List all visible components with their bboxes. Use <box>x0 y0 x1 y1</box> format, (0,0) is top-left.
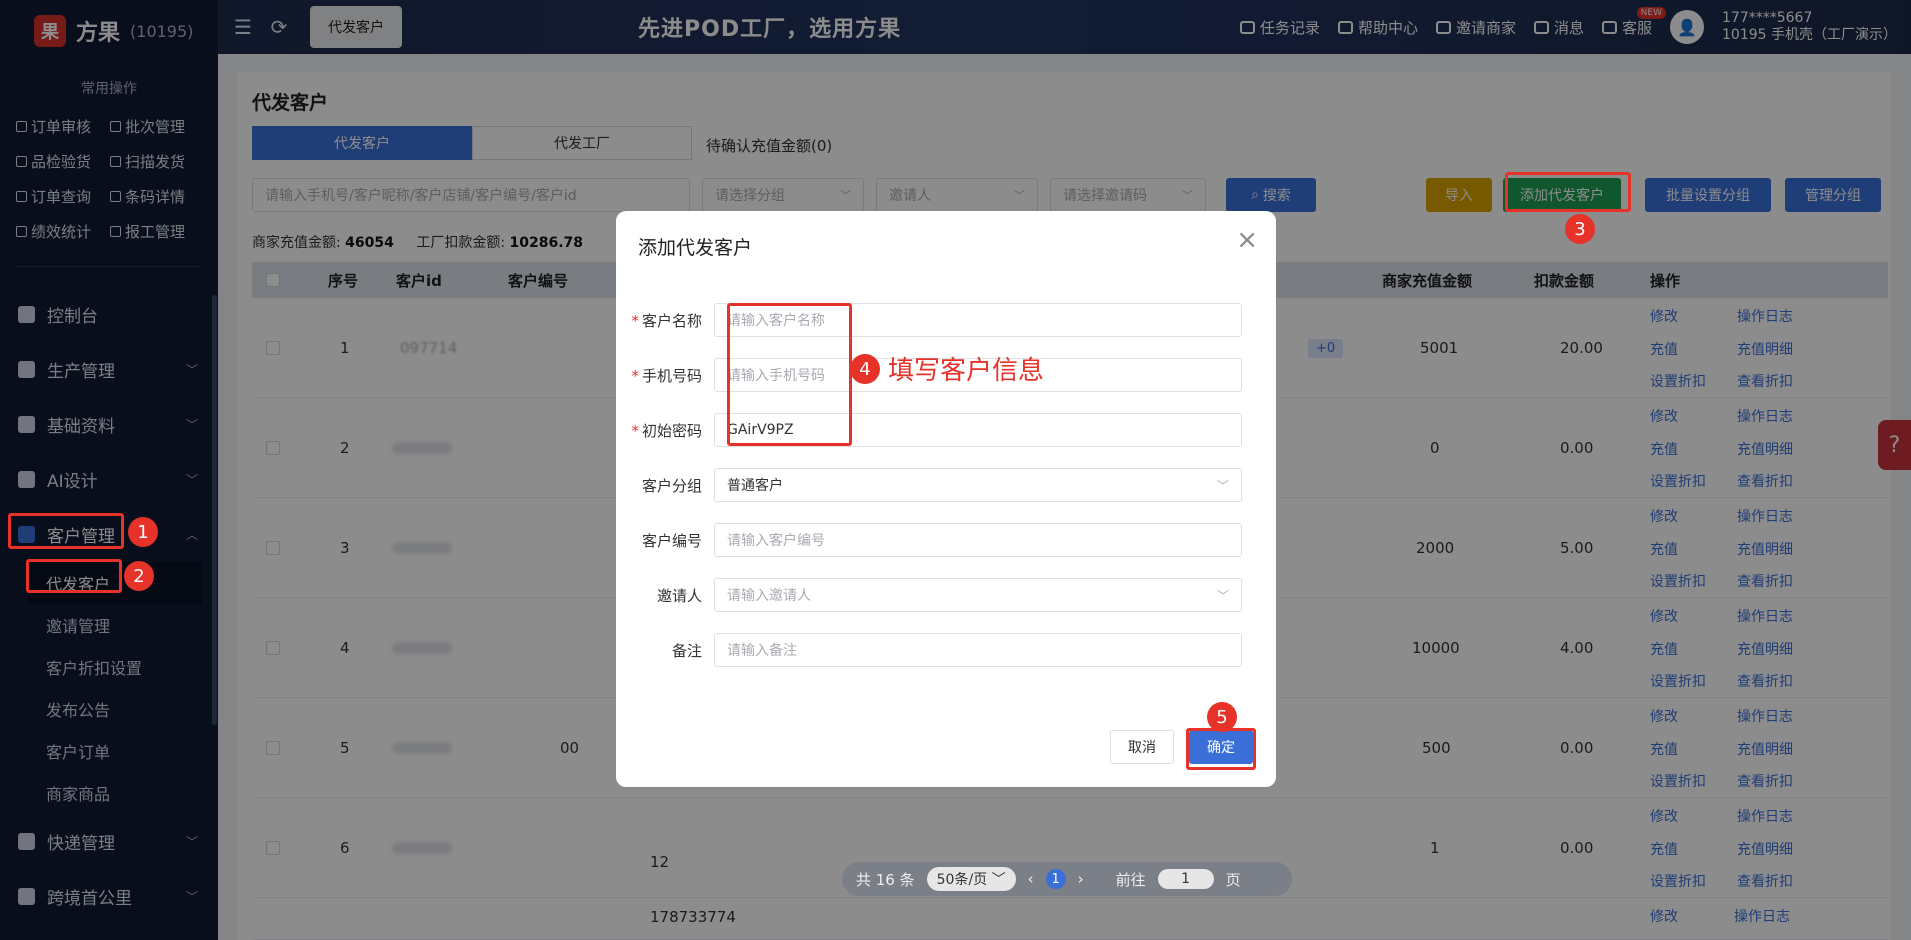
field-password: * 初始密码 GAirV9PZ <box>616 412 1276 448</box>
close-icon[interactable]: × <box>1236 225 1258 255</box>
inviter-select[interactable]: 请输入邀请人 ﹀ <box>714 578 1242 612</box>
page-size-select[interactable]: 50条/页 ﹀ <box>926 867 1016 891</box>
annotation-box-dropship <box>26 559 122 593</box>
annotation-step-3: 3 <box>1565 214 1595 244</box>
goto-label: 前往 <box>1115 870 1146 889</box>
annotation-box-confirm <box>1186 728 1256 770</box>
dialog-title: 添加代发客户 <box>638 237 753 259</box>
required-mark: * <box>631 421 639 440</box>
remark-input[interactable]: 请输入备注 <box>714 633 1242 667</box>
annotation-box-customers <box>8 513 124 549</box>
required-mark: * <box>631 311 639 330</box>
annotation-box-fields <box>727 303 852 446</box>
annotation-step-2: 2 <box>124 561 154 591</box>
pagination: 共 16 条 50条/页 ﹀ ‹ 1 › 前往 1 页 <box>842 862 1292 896</box>
page-number-current[interactable]: 1 <box>1045 869 1066 889</box>
annotation-hint: 填写客户信息 <box>888 356 1045 386</box>
next-page-icon[interactable]: › <box>1078 870 1084 888</box>
field-remark: 备注 请输入备注 <box>616 632 1276 668</box>
field-customer-no: 客户编号 请输入客户编号 <box>616 522 1276 558</box>
chevron-down-icon: ﹀ <box>1216 588 1229 603</box>
chevron-down-icon: ﹀ <box>1216 478 1229 493</box>
group-select[interactable]: 普通客户 ﹀ <box>714 468 1242 502</box>
customer-no-input[interactable]: 请输入客户编号 <box>714 523 1242 557</box>
add-customer-dialog: 添加代发客户 × * 客户名称 请输入客户名称 * 手机号码 请输入手机号码 * 初始… <box>616 211 1276 787</box>
goto-page-input[interactable]: 1 <box>1157 869 1214 889</box>
field-customer-name: * 客户名称 请输入客户名称 <box>616 302 1276 338</box>
field-group: 客户分组 普通客户 ﹀ <box>616 467 1276 503</box>
annotation-step-1: 1 <box>128 517 158 547</box>
annotation-box-add-button <box>1505 172 1631 212</box>
field-inviter: 邀请人 请输入邀请人 ﹀ <box>616 577 1276 613</box>
chevron-down-icon: ﹀ <box>991 872 1006 888</box>
annotation-step-4: 4 <box>850 354 880 384</box>
required-mark: * <box>631 366 639 385</box>
total-count: 共 16 条 <box>856 870 915 889</box>
prev-page-icon[interactable]: ‹ <box>1028 870 1034 888</box>
cancel-button[interactable]: 取消 <box>1110 730 1174 764</box>
page-unit: 页 <box>1225 870 1241 889</box>
